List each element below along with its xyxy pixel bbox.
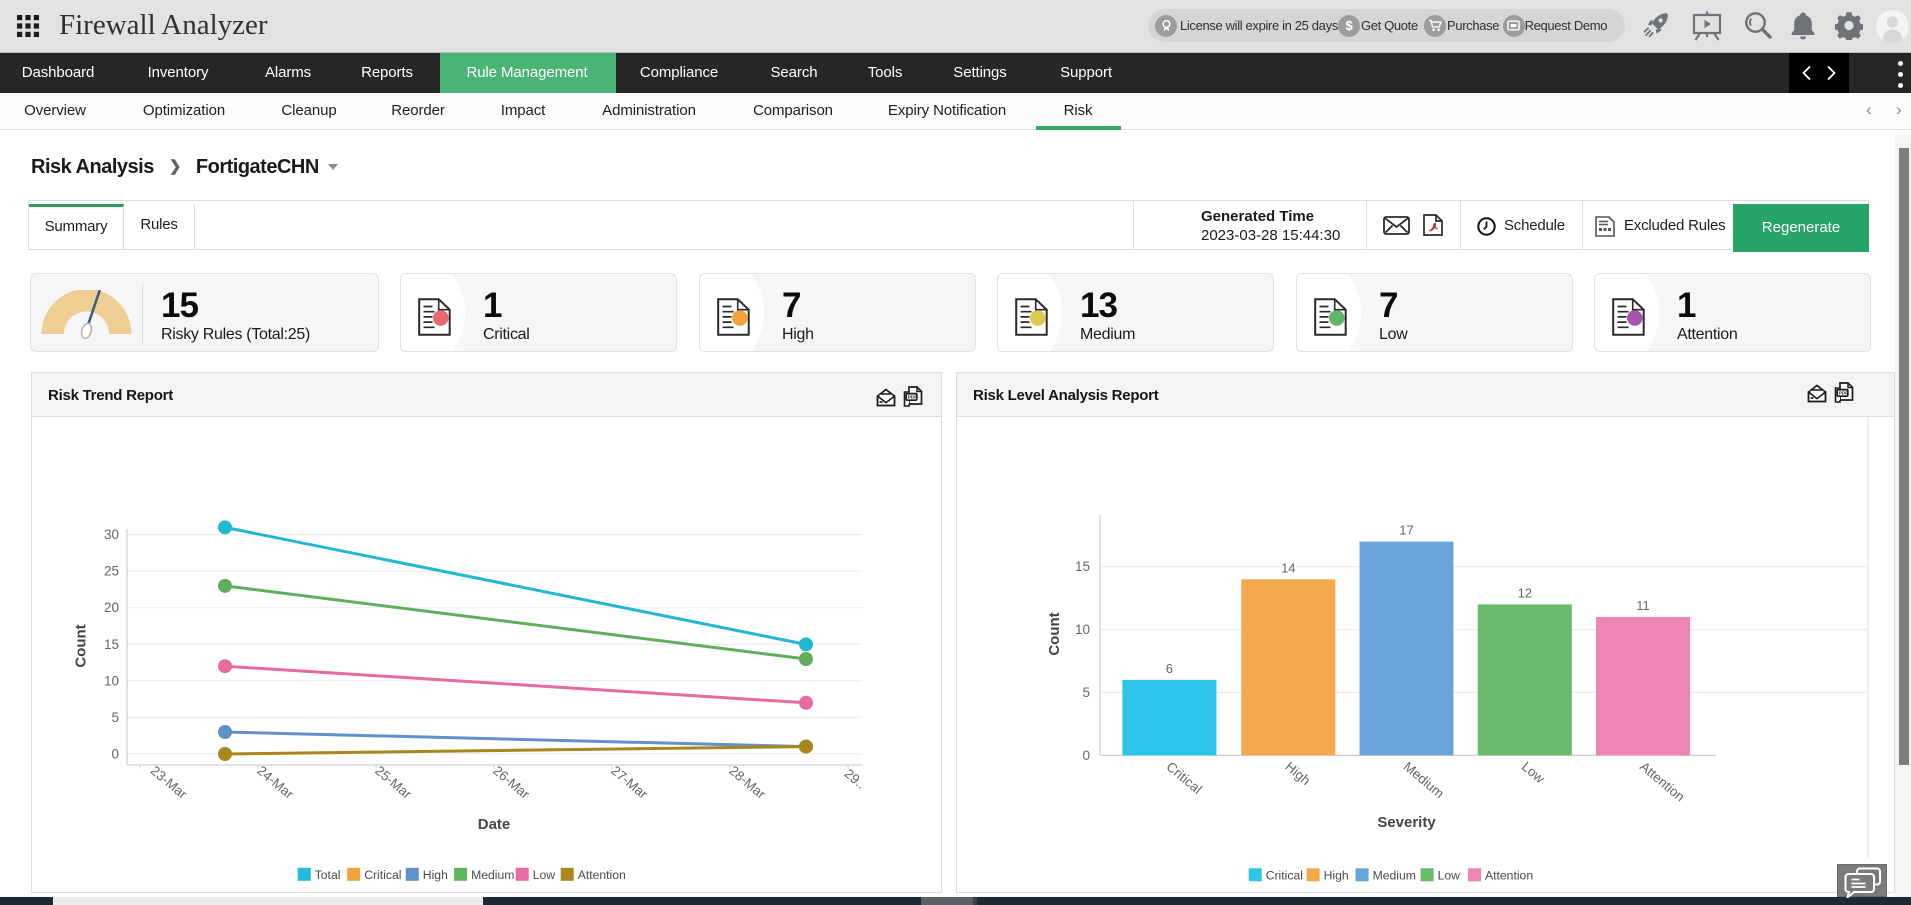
svg-text:15: 15 — [1075, 559, 1090, 574]
svg-text:Critical: Critical — [364, 868, 401, 882]
svg-text:26-Mar: 26-Mar — [490, 763, 533, 802]
svg-text:24-Mar: 24-Mar — [254, 763, 297, 802]
svg-text:Count: Count — [1046, 612, 1063, 655]
svg-text:Low: Low — [1438, 868, 1461, 882]
svg-text:28-Mar: 28-Mar — [726, 763, 769, 802]
svg-text:10: 10 — [1075, 622, 1090, 637]
svg-text:Medium: Medium — [471, 868, 514, 882]
svg-text:6: 6 — [1166, 661, 1173, 676]
svg-text:5: 5 — [111, 710, 119, 725]
svg-text:14: 14 — [1281, 560, 1295, 575]
svg-text:15: 15 — [104, 637, 119, 652]
svg-text:High: High — [423, 868, 448, 882]
svg-text:30: 30 — [104, 527, 119, 542]
svg-text:Severity: Severity — [1377, 814, 1436, 831]
svg-text:12: 12 — [1518, 585, 1532, 600]
svg-text:Low: Low — [533, 868, 556, 882]
svg-text:Low: Low — [1519, 759, 1548, 787]
svg-text:25: 25 — [104, 564, 119, 579]
svg-text:Attention: Attention — [578, 868, 626, 882]
svg-text:17: 17 — [1399, 523, 1413, 538]
svg-text:5: 5 — [1082, 685, 1090, 700]
svg-text:Medium: Medium — [1401, 759, 1447, 801]
svg-text:25-Mar: 25-Mar — [372, 763, 415, 802]
svg-text:0: 0 — [111, 746, 119, 761]
svg-text:27-Mar: 27-Mar — [608, 763, 651, 802]
svg-text:10: 10 — [104, 673, 119, 688]
svg-text:PDF: PDF — [908, 395, 917, 400]
svg-text:0: 0 — [1082, 748, 1090, 763]
svg-text:Attention: Attention — [1485, 868, 1533, 882]
svg-text:Total: Total — [315, 868, 341, 882]
svg-text:Critical: Critical — [1266, 868, 1303, 882]
svg-text:23-Mar: 23-Mar — [148, 763, 191, 802]
svg-text:Attention: Attention — [1637, 759, 1687, 805]
svg-text:PDF: PDF — [1839, 391, 1848, 396]
svg-text:Date: Date — [478, 816, 511, 833]
svg-text:Medium: Medium — [1373, 868, 1416, 882]
svg-text:High: High — [1282, 759, 1313, 788]
svg-text:Critical: Critical — [1163, 759, 1204, 797]
svg-text:High: High — [1324, 868, 1349, 882]
svg-text:Count: Count — [73, 624, 90, 667]
svg-text:29..: 29.. — [842, 766, 869, 792]
svg-text:11: 11 — [1636, 598, 1650, 613]
svg-text:20: 20 — [104, 600, 119, 615]
